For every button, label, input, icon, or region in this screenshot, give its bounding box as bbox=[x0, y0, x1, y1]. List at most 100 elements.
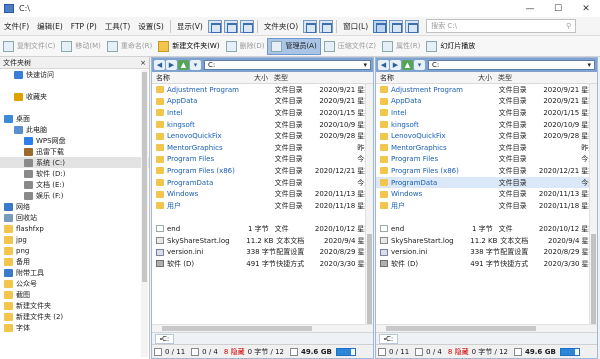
file-row[interactable]: kingsoft文件目录2020/10/9星期五 bbox=[152, 119, 373, 131]
tree-item[interactable]: 公众号 bbox=[0, 278, 149, 289]
copy-files-button[interactable]: 复制文件(C) bbox=[0, 38, 58, 55]
vertical-scrollbar[interactable] bbox=[365, 84, 373, 333]
file-row[interactable]: Program Files (x86)文件目录2020/12/21星期一 bbox=[152, 165, 373, 177]
address-dropdown-icon[interactable]: ▾ bbox=[587, 61, 591, 69]
new-folder-button[interactable]: 新建文件夹(W) bbox=[155, 38, 222, 55]
tree-item[interactable]: 收藏夹 bbox=[0, 91, 149, 102]
file-row[interactable]: MentorGraphics文件目录昨天 bbox=[376, 142, 597, 154]
file-row[interactable]: Program Files文件目录今天 bbox=[152, 154, 373, 166]
file-row[interactable]: Windows文件目录2020/11/13星期五 bbox=[376, 188, 597, 200]
file-row[interactable]: 软件 (D)491 字节快捷方式2020/3/30星期一 bbox=[152, 258, 373, 270]
scroll-thumb[interactable] bbox=[591, 234, 596, 324]
tree-item[interactable]: 软件 (D:) bbox=[0, 168, 149, 179]
scroll-thumb[interactable] bbox=[367, 234, 372, 324]
tree-scroll-thumb[interactable] bbox=[142, 72, 147, 282]
drive-tab[interactable]: C: bbox=[155, 333, 175, 344]
file-row[interactable]: Intel文件目录2020/1/15星期三 bbox=[152, 107, 373, 119]
tree-item[interactable]: 附带工具 bbox=[0, 267, 149, 278]
tree-item[interactable]: 网络 bbox=[0, 201, 149, 212]
compress-button[interactable]: 压缩文件(Z) bbox=[321, 38, 379, 55]
drive-tab[interactable]: C: bbox=[379, 333, 399, 344]
tree-item[interactable]: flashfxp bbox=[0, 223, 149, 234]
menu-display[interactable]: 显示(V) bbox=[173, 21, 207, 32]
window-horizontal-icon[interactable] bbox=[389, 19, 404, 33]
tree-item[interactable]: 新建文件夹 bbox=[0, 300, 149, 311]
tree-item[interactable]: 快速访问 bbox=[0, 69, 149, 80]
address-bar[interactable]: C: ▾ bbox=[204, 60, 371, 70]
file-row[interactable]: ProgramData文件目录今天 bbox=[376, 176, 597, 189]
up-folder-icon[interactable]: ▲ bbox=[178, 60, 189, 70]
tree-item[interactable]: 此电脑 bbox=[0, 124, 149, 135]
tree-item[interactable]: 文档 (E:) bbox=[0, 179, 149, 190]
file-row[interactable]: Windows文件目录2020/11/13星期五 bbox=[152, 188, 373, 200]
file-row[interactable]: LenovoQuickFix文件目录2020/9/28星期一 bbox=[152, 130, 373, 142]
window-vertical-icon[interactable] bbox=[405, 19, 420, 33]
window-dual-icon[interactable] bbox=[373, 19, 388, 33]
back-icon[interactable]: ◀ bbox=[378, 60, 389, 70]
menu-file[interactable]: 文件(F) bbox=[0, 21, 33, 32]
close-button[interactable]: ✕ bbox=[572, 0, 600, 17]
menu-settings[interactable]: 设置(S) bbox=[134, 21, 168, 32]
menu-tools[interactable]: 工具(T) bbox=[101, 21, 134, 32]
file-row[interactable]: MentorGraphics文件目录昨天 bbox=[152, 142, 373, 154]
layout-dual-icon[interactable] bbox=[223, 19, 238, 33]
rename-button[interactable]: 重命名(R) bbox=[104, 38, 155, 55]
back-icon[interactable]: ◀ bbox=[154, 60, 165, 70]
menu-folder[interactable]: 文件夹(O) bbox=[260, 21, 302, 32]
file-row[interactable]: Adjustment Program文件目录2020/9/21星期一 bbox=[152, 84, 373, 96]
file-row[interactable]: 用户文件目录2020/11/18星期三 bbox=[376, 200, 597, 212]
forward-icon[interactable]: ▶ bbox=[166, 60, 177, 70]
file-row[interactable]: Intel文件目录2020/1/15星期三 bbox=[376, 107, 597, 119]
tree-item[interactable]: jpg bbox=[0, 234, 149, 245]
file-row[interactable]: SkyShareStart.log11.2 KB文本文档2020/9/4星期五 bbox=[376, 235, 597, 247]
vertical-scrollbar[interactable] bbox=[589, 84, 597, 333]
layout-single-icon[interactable] bbox=[207, 19, 222, 33]
address-dropdown-icon[interactable]: ▾ bbox=[363, 61, 367, 69]
file-row[interactable]: Program Files (x86)文件目录2020/12/21星期一 bbox=[376, 165, 597, 177]
tree-item[interactable]: 娱乐 (F:) bbox=[0, 190, 149, 201]
file-row[interactable]: version.ini338 字节配置设置2020/8/29星期六 bbox=[376, 246, 597, 258]
tree-close-icon[interactable]: × bbox=[140, 59, 146, 67]
file-row[interactable]: 用户文件目录2020/11/18星期三 bbox=[152, 200, 373, 212]
file-row[interactable]: SkyShareStart.log11.2 KB文本文档2020/9/4星期五 bbox=[152, 235, 373, 247]
tree-item[interactable]: WPS网盘 bbox=[0, 135, 149, 146]
horizontal-scrollbar[interactable] bbox=[376, 324, 597, 332]
scroll-thumb[interactable] bbox=[162, 326, 312, 331]
move-button[interactable]: 移动(M) bbox=[58, 38, 104, 55]
folder-view-icon[interactable] bbox=[303, 19, 318, 33]
file-row[interactable]: 软件 (D)491 字节快捷方式2020/3/30星期一 bbox=[376, 258, 597, 270]
menu-ftp[interactable]: FTP (P) bbox=[67, 22, 101, 31]
forward-icon[interactable]: ▶ bbox=[390, 60, 401, 70]
properties-button[interactable]: 属性(R) bbox=[379, 38, 423, 55]
file-row[interactable]: kingsoft文件目录2020/10/9星期五 bbox=[376, 119, 597, 131]
file-row[interactable]: ProgramData文件目录今天 bbox=[152, 177, 373, 189]
minimize-button[interactable]: — bbox=[516, 0, 544, 17]
dropdown-icon[interactable]: ▾ bbox=[414, 60, 425, 70]
tree-item[interactable]: 迅雷下载 bbox=[0, 146, 149, 157]
horizontal-scrollbar[interactable] bbox=[152, 324, 373, 332]
file-row[interactable]: end1 字节文件2020/10/12星期一 bbox=[152, 223, 373, 235]
file-row[interactable]: end1 字节文件2020/10/12星期一 bbox=[376, 223, 597, 235]
maximize-button[interactable]: ☐ bbox=[544, 0, 572, 17]
search-input[interactable]: 搜索 C:\ ⚲ bbox=[426, 19, 577, 33]
up-folder-icon[interactable]: ▲ bbox=[402, 60, 413, 70]
scroll-thumb[interactable] bbox=[386, 326, 536, 331]
file-row[interactable]: LenovoQuickFix文件目录2020/9/28星期一 bbox=[376, 130, 597, 142]
tree-item[interactable]: 桌面 bbox=[0, 113, 149, 124]
column-type[interactable]: 类型 bbox=[272, 73, 316, 83]
layout-tree-icon[interactable] bbox=[239, 19, 254, 33]
delete-button[interactable]: 删除(D) bbox=[223, 38, 268, 55]
tree-scrollbar[interactable] bbox=[141, 70, 148, 357]
column-size[interactable]: 大小 bbox=[468, 73, 496, 83]
column-type[interactable]: 类型 bbox=[496, 73, 540, 83]
tree-item[interactable]: 回收站 bbox=[0, 212, 149, 223]
folder-split-icon[interactable] bbox=[319, 19, 334, 33]
file-row[interactable]: AppData文件目录2020/9/21星期一 bbox=[152, 96, 373, 108]
menu-edit[interactable]: 编辑(E) bbox=[33, 21, 67, 32]
tree-item[interactable]: 字体 bbox=[0, 322, 149, 333]
column-size[interactable]: 大小 bbox=[244, 73, 272, 83]
dropdown-icon[interactable]: ▾ bbox=[190, 60, 201, 70]
column-name[interactable]: 名称 bbox=[152, 73, 244, 83]
file-row[interactable]: Program Files文件目录今天 bbox=[376, 154, 597, 166]
admin-button[interactable]: 管理员(A) bbox=[267, 37, 321, 55]
